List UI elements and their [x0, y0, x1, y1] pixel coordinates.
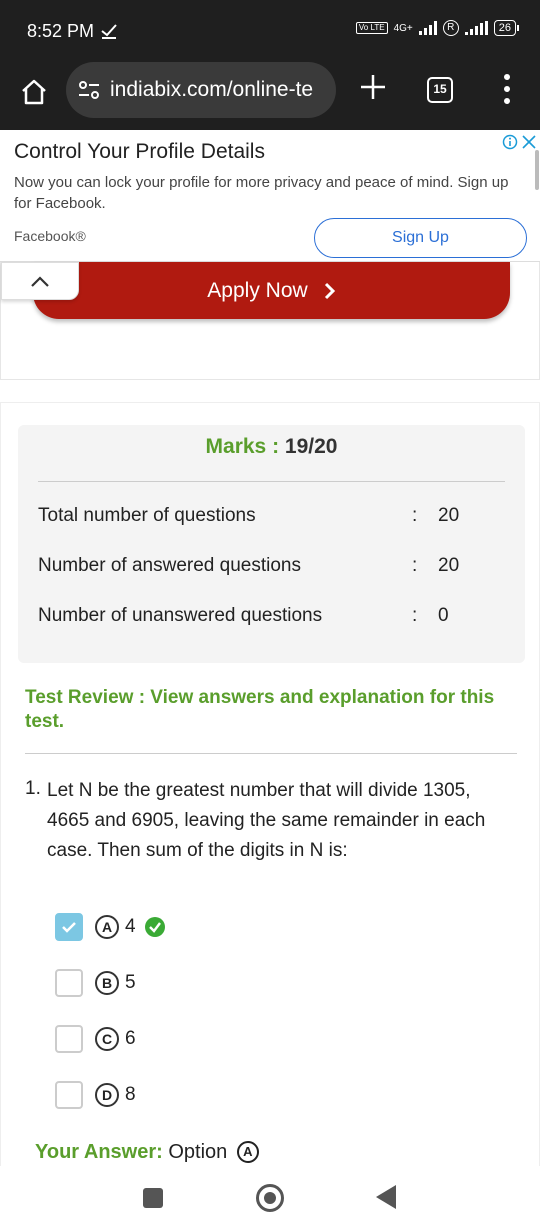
stat-colon: :	[412, 555, 418, 576]
option-d-checkbox[interactable]	[55, 1081, 83, 1109]
download-done-icon	[101, 24, 117, 39]
your-answer: Your Answer: Option A	[35, 1141, 259, 1164]
question-number: 1.	[25, 778, 41, 799]
stat-label: Number of unanswered questions	[38, 605, 323, 626]
option-b-checkbox[interactable]	[55, 969, 83, 997]
site-settings-icon[interactable]	[78, 80, 100, 100]
question-text: Let N be the greatest number that will d…	[47, 780, 486, 861]
recents-icon[interactable]	[143, 1188, 163, 1208]
stat-value: 0	[438, 605, 449, 626]
home-nav-icon[interactable]	[256, 1184, 284, 1212]
option-value: 5	[125, 972, 136, 993]
option-b[interactable]: B 5	[55, 968, 136, 998]
more-options-icon[interactable]	[500, 74, 514, 104]
apply-now-button[interactable]: Apply Now	[33, 262, 510, 319]
ad-body: Now you can lock your profile for more p…	[14, 174, 509, 212]
ad-banner[interactable]: Control Your Profile Details Now you can…	[0, 130, 540, 262]
option-d[interactable]: D 8	[55, 1080, 136, 1110]
correct-check-icon	[144, 917, 165, 937]
browser-toolbar: indiabix.com/online-te 15	[0, 62, 540, 130]
collapse-ad-button[interactable]	[1, 262, 79, 300]
roaming-icon: R	[442, 20, 459, 36]
option-a[interactable]: A 4	[55, 912, 166, 942]
ad-scrollbar	[535, 150, 539, 190]
volte-badge: Vo LTE	[355, 22, 388, 34]
url-text[interactable]: indiabix.com/online-te	[110, 78, 313, 102]
option-c[interactable]: C 6	[55, 1024, 136, 1054]
url-bar[interactable]: indiabix.com/online-te	[66, 62, 336, 118]
divider	[25, 753, 517, 754]
chevron-up-icon	[31, 276, 49, 287]
system-nav-bar	[0, 1166, 540, 1230]
ad-close-icon[interactable]	[521, 134, 537, 150]
marks-card: Marks : 19/20 Total number of questions …	[18, 425, 525, 663]
option-letter: D	[95, 1083, 119, 1107]
check-icon	[62, 922, 76, 933]
stat-value: 20	[438, 505, 460, 526]
status-time: 8:52 PM	[27, 21, 95, 41]
apply-now-label: Apply Now	[207, 278, 308, 302]
ad-title[interactable]: Control Your Profile Details	[14, 140, 265, 164]
signal-2-icon	[464, 21, 488, 35]
your-answer-text: Option	[168, 1141, 228, 1163]
option-letter: C	[95, 1027, 119, 1051]
divider	[38, 481, 505, 482]
stat-colon: :	[412, 505, 418, 526]
option-letter: B	[95, 971, 119, 995]
option-value: 8	[125, 1084, 136, 1105]
option-a-checkbox[interactable]	[55, 913, 83, 941]
status-bar: 8:52 PM Vo LTE 4G+ R 26	[0, 0, 540, 62]
apply-section: Apply Now	[0, 262, 540, 380]
test-review-link[interactable]: Test Review : View answers and explanati…	[25, 686, 505, 734]
signal-icon	[418, 21, 437, 35]
stat-value: 20	[438, 555, 460, 576]
ad-info-icon[interactable]	[502, 134, 518, 150]
your-answer-label: Your Answer:	[35, 1141, 163, 1163]
ad-source: Facebook®	[14, 228, 86, 244]
status-icons: Vo LTE 4G+ R 26	[355, 20, 520, 36]
option-value: 4	[125, 916, 136, 937]
stat-label: Number of answered questions	[38, 555, 301, 576]
stat-colon: :	[412, 605, 418, 626]
home-icon[interactable]	[18, 76, 50, 108]
stat-label: Total number of questions	[38, 505, 256, 526]
marks-value: 19/20	[284, 435, 338, 458]
network-type: 4G+	[393, 22, 413, 34]
your-answer-letter: A	[236, 1141, 259, 1163]
battery-icon: 26	[493, 20, 520, 36]
chevron-right-icon	[324, 282, 335, 299]
marks-label: Marks :	[205, 435, 280, 458]
marks-heading: Marks : 19/20	[18, 435, 525, 459]
option-value: 6	[125, 1028, 136, 1049]
new-tab-icon[interactable]	[358, 72, 388, 102]
option-letter: A	[95, 915, 119, 939]
back-icon[interactable]	[376, 1185, 396, 1209]
tab-switcher-button[interactable]: 15	[427, 77, 453, 103]
results-section: Marks : 19/20 Total number of questions …	[0, 402, 540, 1182]
option-c-checkbox[interactable]	[55, 1025, 83, 1053]
ad-signup-button[interactable]: Sign Up	[314, 218, 527, 258]
